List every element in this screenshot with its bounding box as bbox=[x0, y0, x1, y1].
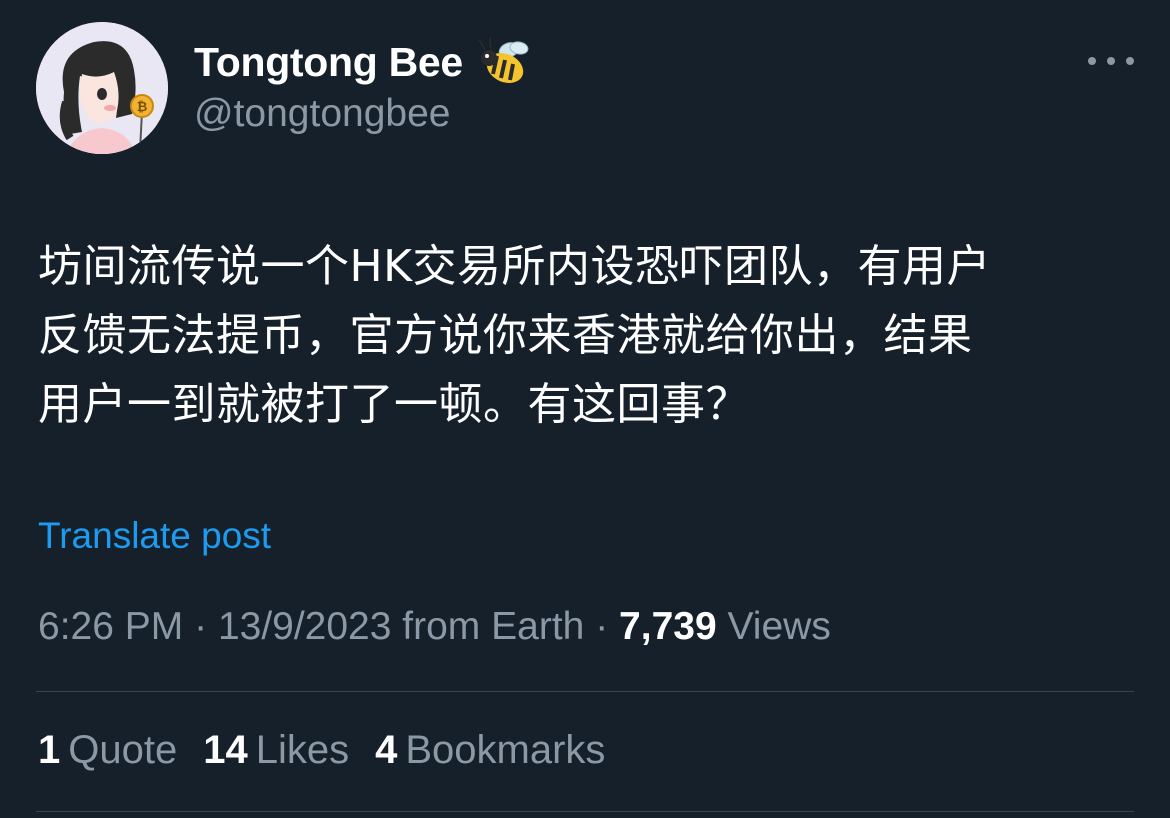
avatar[interactable]: ₿ bbox=[36, 22, 168, 154]
views-label: Views bbox=[727, 605, 831, 648]
user-handle[interactable]: @tongtongbee bbox=[194, 92, 450, 136]
tweet-text-line: 坊间流传说一个HK交易所内设恐吓团队，有用户 bbox=[38, 241, 991, 292]
divider bbox=[36, 811, 1134, 812]
meta-separator: · bbox=[595, 605, 609, 648]
user-name-row: Tongtong Bee bbox=[194, 34, 531, 90]
likes-label: Likes bbox=[255, 728, 350, 772]
bookmarks-stat[interactable]: 4 Bookmarks bbox=[375, 728, 605, 773]
avatar-girl-bitcoin-icon: ₿ bbox=[36, 22, 168, 154]
quotes-count: 1 bbox=[38, 728, 61, 772]
translate-post-link[interactable]: Translate post bbox=[38, 515, 271, 557]
bookmarks-label: Bookmarks bbox=[405, 728, 606, 772]
likes-count: 14 bbox=[203, 728, 248, 772]
tweet-text-line: 用户一到就被打了一顿。有这回事？ bbox=[38, 379, 750, 430]
bee-emoji-icon bbox=[478, 36, 529, 84]
more-horizontal-icon[interactable] bbox=[1088, 50, 1134, 72]
tweet-date[interactable]: 13/9/2023 bbox=[218, 605, 392, 648]
tweet-location: from Earth bbox=[402, 605, 585, 648]
tweet-stats: 1 Quote 14 Likes 4 Bookmarks bbox=[38, 728, 605, 773]
tweet-text: 坊间流传说一个HK交易所内设恐吓团队，有用户 反馈无法提币，官方说你来香港就给你… bbox=[38, 232, 1138, 439]
quotes-stat[interactable]: 1 Quote bbox=[38, 728, 177, 773]
tweet-meta: 6:26 PM · 13/9/2023 from Earth · 7,739 V… bbox=[38, 605, 831, 649]
quotes-label: Quote bbox=[68, 728, 178, 772]
tweet-text-line: 反馈无法提币，官方说你来香港就给你出，结果 bbox=[38, 310, 973, 361]
divider bbox=[36, 691, 1134, 692]
meta-separator: · bbox=[194, 605, 208, 648]
likes-stat[interactable]: 14 Likes bbox=[203, 728, 349, 773]
views-count: 7,739 bbox=[619, 605, 717, 648]
display-name[interactable]: Tongtong Bee bbox=[194, 39, 463, 86]
svg-text:₿: ₿ bbox=[137, 100, 148, 115]
tweet-time[interactable]: 6:26 PM bbox=[38, 605, 183, 648]
bookmarks-count: 4 bbox=[375, 728, 398, 772]
